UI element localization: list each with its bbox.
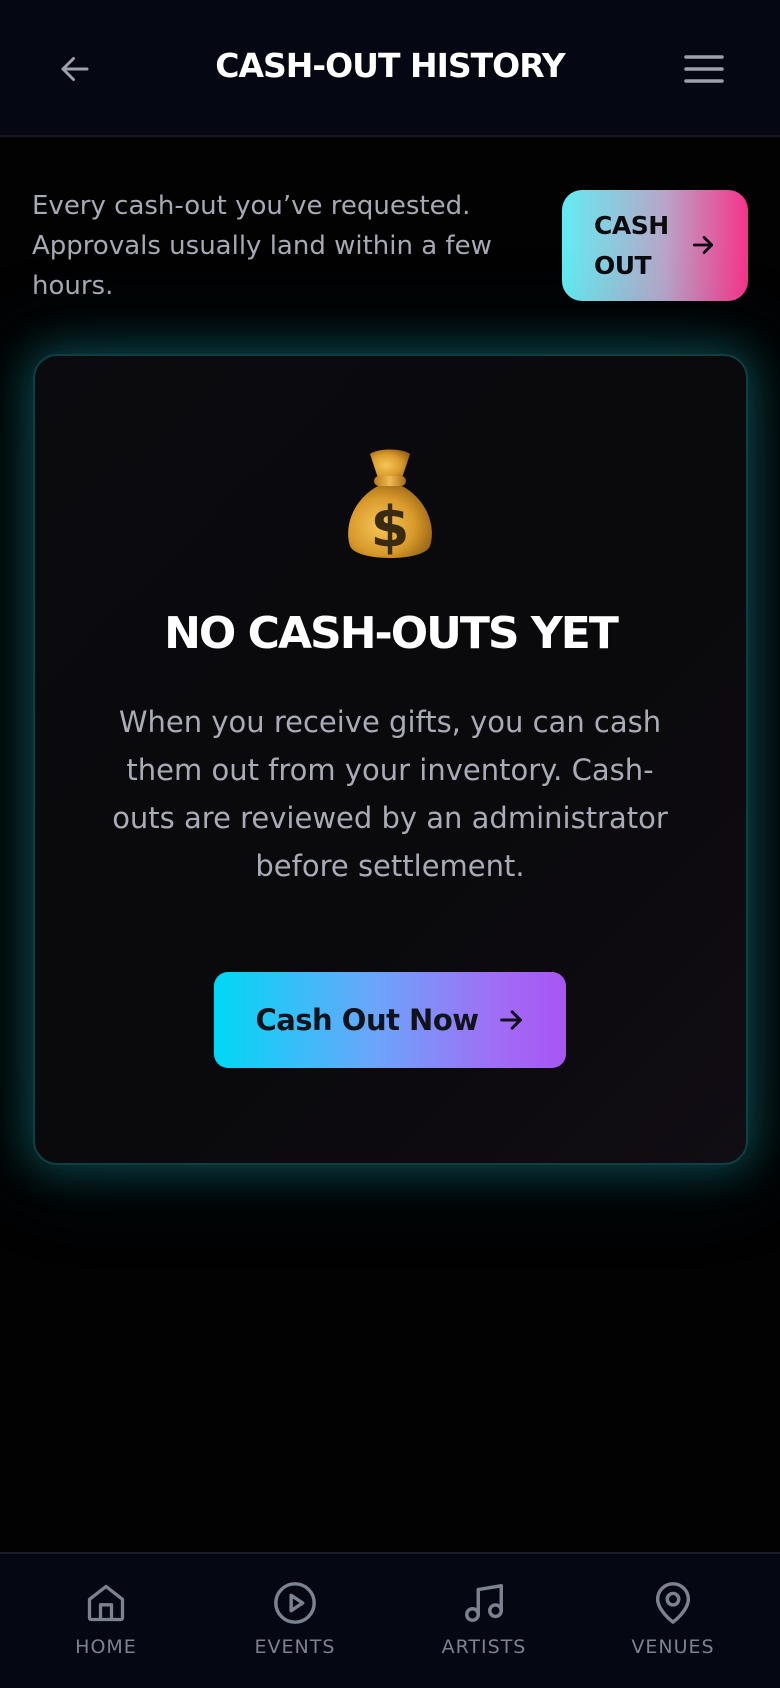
nav-item-artists[interactable]: ARTISTS (404, 1572, 564, 1672)
cash-out-now-button[interactable]: Cash Out Now (214, 972, 566, 1068)
nav-label-artists: ARTISTS (441, 1636, 527, 1658)
arrow-right-icon (497, 1006, 525, 1034)
arrow-right-icon (692, 236, 714, 254)
cash-out-button[interactable]: CASH OUT (562, 190, 748, 301)
cash-out-now-label: Cash Out Now (255, 1003, 479, 1037)
cash-out-button-label: CASH OUT (594, 210, 669, 280)
nav-item-home[interactable]: HOME (26, 1572, 186, 1672)
nav-label-events: EVENTS (254, 1636, 336, 1658)
svg-text:$: $ (371, 495, 410, 560)
top-app-bar: CASH-OUT HISTORY (0, 0, 780, 137)
menu-button[interactable] (678, 44, 730, 94)
empty-state-description: When you receive gifts, you can cash the… (112, 705, 668, 883)
cash-out-history-screen: CASH-OUT HISTORY Every cash-out you’ve r… (0, 0, 780, 1688)
home-icon (82, 1578, 130, 1628)
money-bag-icon: $ (348, 449, 432, 560)
play-circle-icon (271, 1578, 319, 1628)
nav-label-home: HOME (75, 1636, 137, 1658)
intro-description: Every cash-out you’ve requested. Approva… (32, 191, 492, 301)
empty-state-title: NO CASH-OUTS YET (164, 608, 619, 659)
nav-item-events[interactable]: EVENTS (215, 1572, 375, 1672)
nav-label-venues: VENUES (631, 1636, 715, 1658)
hamburger-menu-icon (684, 55, 724, 83)
music-note-icon (460, 1578, 508, 1628)
page-title: CASH-OUT HISTORY (215, 46, 565, 85)
nav-item-venues[interactable]: VENUES (593, 1572, 753, 1672)
map-pin-icon (649, 1578, 697, 1628)
